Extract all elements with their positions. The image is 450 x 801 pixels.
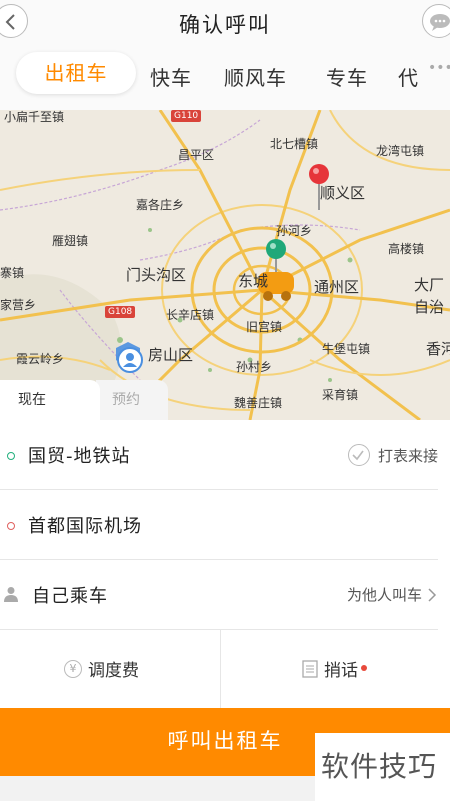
map-label: 门头沟区: [126, 266, 187, 284]
map-label: 霞云岭乡: [16, 352, 65, 366]
divider: [0, 629, 438, 630]
map-label: 牛堡屯镇: [322, 342, 371, 356]
message-note-button[interactable]: 捎话: [302, 656, 367, 681]
map-label: 东城: [238, 272, 269, 290]
vertical-divider: [220, 630, 221, 710]
destination-dot-icon: [7, 522, 15, 530]
map-label: 孙河乡: [276, 224, 313, 238]
rider-row[interactable]: 自己乘车 为他人叫车: [0, 560, 450, 630]
map-label: 小扁千至镇: [4, 110, 65, 124]
bottom-strip: [0, 776, 315, 801]
map-label: 昌平区: [178, 148, 215, 162]
call-for-other-link[interactable]: 为他人叫车: [347, 584, 438, 605]
dispatch-fee-button[interactable]: ¥ 调度费: [64, 656, 139, 681]
chat-bubble-icon: [430, 14, 450, 31]
map-label: 寨镇: [0, 266, 25, 280]
map-label: 长辛店镇: [166, 308, 215, 322]
chevron-right-icon: [428, 587, 437, 602]
road-badge: G108: [105, 306, 136, 318]
time-tabs: 预约 现在: [0, 380, 450, 420]
map-label: 高楼镇: [388, 242, 425, 256]
watermark: 软件技巧: [315, 733, 450, 801]
pickup-location: 国贸-地铁站: [28, 446, 131, 467]
map-label: 顺义区: [320, 184, 366, 202]
note-label: 捎话: [324, 661, 358, 681]
top-bar: 确认呼叫: [0, 0, 450, 44]
meter-toggle[interactable]: 打表来接: [347, 444, 438, 466]
destination-location: 首都国际机场: [28, 516, 142, 537]
tab-express[interactable]: 快车: [150, 62, 192, 91]
tab-premier[interactable]: 专车: [326, 62, 368, 91]
map-label: 香河: [426, 340, 450, 358]
map-label: 孙村乡: [236, 360, 273, 374]
tab-taxi[interactable]: 出租车: [16, 52, 136, 94]
notification-dot: [361, 664, 367, 671]
map-label: 家营乡: [0, 298, 37, 312]
map-label: 雁翅镇: [52, 234, 89, 248]
tab-now[interactable]: 现在: [0, 380, 100, 420]
service-tabs: 出租车 快车 顺风车 专车 代 •••: [0, 44, 450, 110]
trip-panel: 国贸-地铁站 打表来接 首都国际机场 自己乘车 为他人叫车 ¥ 调度费 捎话: [0, 420, 450, 710]
road-badge: G110: [171, 110, 202, 122]
message-button[interactable]: [422, 4, 450, 38]
pickup-dot-icon: [7, 452, 15, 460]
tab-hitch[interactable]: 顺风车: [224, 62, 287, 91]
meter-label: 打表来接: [377, 446, 438, 465]
tab-designated-driver[interactable]: 代: [398, 62, 419, 91]
map-label: 北七槽镇: [270, 137, 319, 151]
map-label: 龙湾屯镇: [376, 144, 425, 158]
fee-label: 调度费: [88, 661, 139, 681]
tab-book-later[interactable]: 预约: [96, 380, 168, 420]
map-label: 自治: [414, 298, 445, 316]
map-label: 大厂: [414, 276, 445, 294]
destination-row[interactable]: 首都国际机场: [0, 490, 450, 560]
map-label: 通州区: [314, 278, 360, 296]
map-label: 房山区: [148, 346, 194, 364]
note-icon: [302, 659, 318, 678]
more-tabs-icon: •••: [428, 60, 450, 76]
checkmark-icon: [347, 444, 370, 466]
page-title: 确认呼叫: [179, 13, 271, 37]
map-view[interactable]: 小扁千至镇 G110 昌平区 北七槽镇 龙湾屯镇 顺义区 嘉各庄乡 孙河乡 雁翅…: [0, 110, 450, 420]
pickup-row[interactable]: 国贸-地铁站 打表来接: [0, 420, 450, 490]
rider-label: 自己乘车: [32, 586, 108, 607]
for-other-label: 为他人叫车: [346, 586, 422, 604]
yen-icon: ¥: [64, 659, 82, 678]
map-label: 旧宫镇: [246, 320, 283, 334]
person-icon: [4, 587, 18, 602]
map-label: 嘉各庄乡: [136, 198, 185, 212]
